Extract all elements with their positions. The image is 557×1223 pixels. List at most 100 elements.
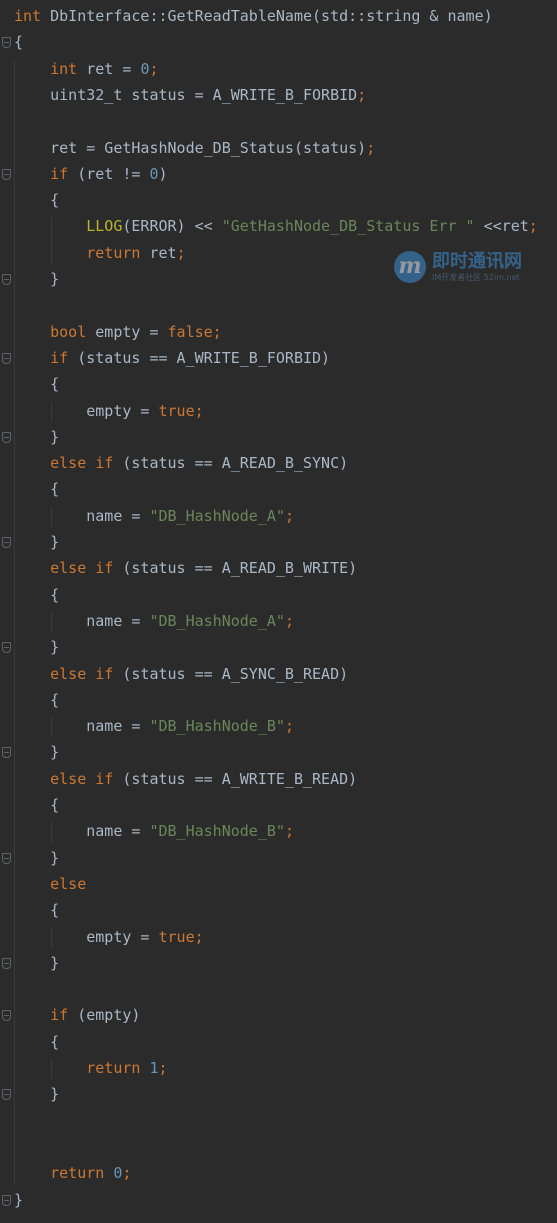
keyword-token: true; <box>158 927 204 946</box>
code-line[interactable]: empty = true; <box>14 398 203 424</box>
code-line[interactable]: LLOG(ERROR) << "GetHashNode_DB_Status Er… <box>14 213 538 239</box>
code-token: empty = <box>86 322 168 341</box>
code-line[interactable]: { <box>14 371 59 397</box>
code-token: { <box>14 690 60 709</box>
code-token: } <box>14 270 60 288</box>
keyword-token: int <box>14 7 42 25</box>
code-line[interactable]: name = "DB_HashNode_B"; <box>14 818 294 844</box>
code-line[interactable]: int DbInterface::GetReadTableName(std::s… <box>14 3 493 29</box>
code-token: } <box>14 1085 60 1104</box>
code-line[interactable]: else if (status == A_SYNC_B_READ) <box>14 661 348 687</box>
code-line[interactable]: else if (status == A_READ_B_SYNC) <box>14 450 348 476</box>
code-line[interactable]: { <box>14 187 59 213</box>
code-line[interactable]: } <box>14 1081 59 1107</box>
code-line[interactable]: else if (status == A_WRITE_B_READ) <box>14 766 357 792</box>
fold-marker-icon[interactable] <box>2 274 11 285</box>
code-line[interactable]: } <box>14 845 59 871</box>
code-token: { <box>14 901 60 920</box>
fold-marker-icon[interactable] <box>2 537 11 548</box>
code-line[interactable]: return ret; <box>14 240 185 266</box>
fold-marker-icon[interactable] <box>2 852 11 864</box>
keyword-token: else if <box>50 454 114 473</box>
keyword-token: ; <box>284 717 294 736</box>
fold-marker-icon[interactable] <box>2 1194 11 1206</box>
keyword-token: else if <box>50 559 114 578</box>
code-line[interactable]: name = "DB_HashNode_A"; <box>14 503 294 529</box>
code-line[interactable]: int ret = 0; <box>14 56 158 82</box>
code-line[interactable]: { <box>14 582 59 608</box>
fold-marker-icon[interactable] <box>2 431 11 443</box>
fold-marker-icon[interactable] <box>2 1010 11 1022</box>
string-token: "DB_HashNode_A" <box>149 506 285 525</box>
code-token: } <box>14 638 60 657</box>
code-token: } <box>14 427 60 446</box>
code-line[interactable]: } <box>14 634 59 660</box>
code-token: (status == A_READ_B_SYNC) <box>113 454 349 473</box>
code-line[interactable]: name = "DB_HashNode_A"; <box>14 608 294 634</box>
keyword-token: int <box>50 59 78 78</box>
code-line[interactable]: else if (status == A_READ_B_WRITE) <box>14 555 357 581</box>
code-line[interactable]: } <box>14 266 59 292</box>
code-line[interactable]: return 0; <box>14 1160 131 1186</box>
string-token: "DB_HashNode_B" <box>149 822 285 841</box>
code-line[interactable]: { <box>14 29 23 55</box>
code-token: <<ret <box>474 217 529 236</box>
fold-marker-icon[interactable] <box>2 352 11 364</box>
code-line[interactable]: { <box>14 687 59 713</box>
code-line[interactable]: name = "DB_HashNode_B"; <box>14 713 294 739</box>
code-line[interactable]: return 1; <box>14 1055 167 1081</box>
keyword-token: if <box>50 1006 69 1025</box>
code-line[interactable]: } <box>14 424 59 450</box>
keyword-token: ; <box>528 217 538 236</box>
keyword-token: ; <box>284 611 294 630</box>
code-line[interactable]: } <box>14 1187 23 1213</box>
code-token: { <box>14 1032 60 1051</box>
code-line[interactable]: if (status == A_WRITE_B_FORBID) <box>14 345 330 371</box>
code-line[interactable]: uint32_t status = A_WRITE_B_FORBID; <box>14 82 366 108</box>
fold-marker-icon[interactable] <box>2 747 11 759</box>
code-token: } <box>14 848 60 867</box>
code-line[interactable]: else <box>14 871 86 897</box>
code-token: { <box>14 33 24 52</box>
code-token: (empty) <box>68 1006 141 1025</box>
keyword-token: else <box>50 874 87 893</box>
code-token: uint32_t status = A_WRITE_B_FORBID <box>14 85 358 104</box>
code-line[interactable]: } <box>14 950 59 976</box>
code-line[interactable]: { <box>14 792 59 818</box>
code-token: DbInterface::GetReadTableName(std::strin… <box>41 7 493 25</box>
keyword-token: false; <box>167 322 222 341</box>
keyword-token: ; <box>122 1164 132 1183</box>
code-line[interactable]: { <box>14 897 59 923</box>
editor-gutter <box>0 0 14 1223</box>
watermark-subtitle: IM开发者社区 52im.net <box>432 273 520 282</box>
fold-marker-icon[interactable] <box>2 957 11 969</box>
code-token: (status == A_READ_B_WRITE) <box>113 559 358 578</box>
code-line[interactable]: { <box>14 476 59 502</box>
code-line[interactable]: } <box>14 529 59 555</box>
code-line[interactable]: bool empty = false; <box>14 319 222 345</box>
fold-marker-icon[interactable] <box>2 642 11 654</box>
code-token: (status == A_WRITE_B_FORBID) <box>68 348 331 367</box>
code-line[interactable]: if (ret != 0) <box>14 161 168 187</box>
code-token: ret <box>140 243 177 262</box>
fold-marker-icon[interactable] <box>2 1089 11 1101</box>
code-line[interactable]: { <box>14 1029 59 1055</box>
code-line[interactable]: ret = GetHashNode_DB_Status(status); <box>14 135 375 161</box>
code-token: ) <box>158 164 168 183</box>
code-token: } <box>14 533 60 551</box>
keyword-token: ; <box>357 85 367 104</box>
fold-marker-icon[interactable] <box>2 37 11 49</box>
fold-marker-icon[interactable] <box>2 168 11 180</box>
code-editor[interactable]: int DbInterface::GetReadTableName(std::s… <box>0 0 557 1223</box>
code-line[interactable]: empty = true; <box>14 924 204 950</box>
code-line[interactable]: } <box>14 739 59 765</box>
code-line[interactable]: if (empty) <box>14 1002 140 1028</box>
watermark: m 即时通讯网 IM开发者社区 52im.net <box>394 245 557 291</box>
